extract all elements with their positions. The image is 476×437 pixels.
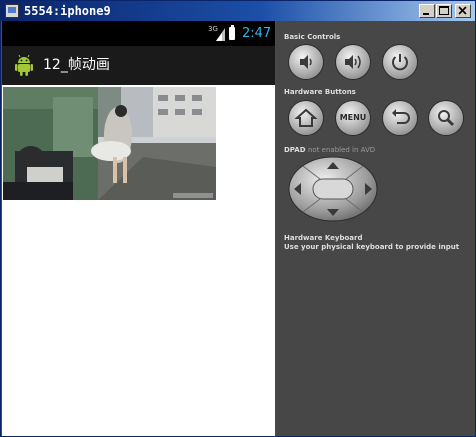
hardware-keyboard-hint: Use your physical keyboard to provide in… [284, 243, 460, 251]
volume-up-icon [345, 55, 361, 69]
dpad-control[interactable] [288, 156, 378, 222]
search-button[interactable] [429, 101, 463, 135]
action-bar: 12_帧动画 [2, 46, 275, 85]
battery-icon [229, 27, 235, 40]
close-button[interactable] [455, 4, 471, 18]
window-titlebar[interactable]: 5554:iphone9 [1, 1, 475, 21]
android-app-icon [15, 55, 33, 76]
animation-frame-image [3, 87, 216, 200]
app-content [2, 85, 275, 436]
dpad-title: DPAD [284, 146, 306, 154]
device-screen[interactable]: 3G 2:47 12_帧动画 [2, 21, 275, 436]
home-button[interactable] [289, 101, 323, 135]
window-title: 5554:iphone9 [24, 4, 111, 18]
power-icon [392, 54, 408, 71]
status-bar: 3G 2:47 [2, 21, 275, 46]
maximize-button[interactable] [436, 4, 452, 18]
emulator-window: 5554:iphone9 3G 2:47 12_帧动画 Basic Contro… [0, 0, 476, 437]
basic-controls-label: Basic Controls [284, 33, 341, 41]
signal-icon [216, 28, 225, 41]
power-button[interactable] [383, 45, 417, 79]
app-title: 12_帧动画 [43, 57, 110, 73]
status-clock: 2:47 [242, 26, 272, 41]
menu-button-label: MENU [339, 113, 367, 122]
minimize-button[interactable] [419, 4, 435, 18]
volume-down-icon [300, 55, 312, 69]
dpad-label: DPAD not enabled in AVD [284, 145, 375, 155]
back-icon [392, 109, 410, 124]
close-icon [458, 6, 467, 15]
search-icon [438, 110, 455, 127]
dpad-disabled-note: not enabled in AVD [307, 146, 376, 154]
hardware-buttons-label: Hardware Buttons [284, 88, 356, 96]
minimize-icon [423, 13, 429, 15]
emulator-app-icon [5, 4, 19, 18]
volume-up-button[interactable] [336, 45, 370, 79]
menu-button[interactable]: MENU [336, 101, 370, 135]
maximize-icon [439, 6, 449, 15]
back-button[interactable] [383, 101, 417, 135]
volume-down-button[interactable] [289, 45, 323, 79]
emulator-control-panel: Basic Controls Hardware Buttons MENU DPA… [276, 21, 475, 436]
dpad-graphic [288, 156, 378, 222]
home-icon [294, 108, 318, 127]
